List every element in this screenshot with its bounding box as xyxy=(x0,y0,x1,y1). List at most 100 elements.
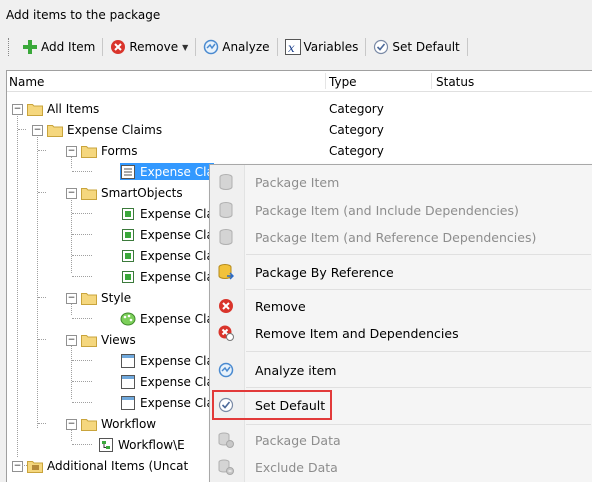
smartobject-icon xyxy=(120,249,136,263)
column-status[interactable]: Status xyxy=(436,75,474,89)
tree-label: Workflow\E xyxy=(118,437,185,452)
add-icon xyxy=(22,39,38,55)
tree-label: Expense Cla xyxy=(140,395,214,410)
menu-item-package-item[interactable]: Package Item xyxy=(210,169,592,195)
menu-item-package-data[interactable]: Package Data xyxy=(210,427,592,453)
analyze-button[interactable]: Analyze xyxy=(199,36,273,58)
set-default-highlight xyxy=(212,390,332,420)
database-icon xyxy=(218,174,234,190)
menu-separator xyxy=(246,351,591,352)
tree-line xyxy=(38,192,46,193)
menu-item-package-item-reference[interactable]: Package Item (and Reference Dependencies… xyxy=(210,224,592,250)
database-reference-icon xyxy=(218,264,234,280)
folder-icon xyxy=(81,333,97,347)
menu-item-analyze[interactable]: Analyze item xyxy=(210,357,592,383)
column-name[interactable]: Name xyxy=(9,75,44,89)
collapse-icon[interactable]: − xyxy=(66,293,77,304)
column-divider[interactable] xyxy=(325,73,326,89)
variables-label: Variables xyxy=(303,40,359,54)
toolbar-separator xyxy=(102,38,104,56)
tree-line xyxy=(72,276,92,277)
menu-item-package-item-include[interactable]: Package Item (and Include Dependencies) xyxy=(210,197,592,223)
tree-line xyxy=(38,150,46,151)
tree-line xyxy=(72,213,92,214)
folder-icon xyxy=(81,186,97,200)
folder-icon xyxy=(81,291,97,305)
tree-label: Expense Cla xyxy=(140,353,214,368)
toolbar-grip[interactable] xyxy=(8,38,12,56)
menu-separator xyxy=(246,289,591,290)
collapse-icon[interactable]: − xyxy=(66,419,77,430)
context-menu: Package Item Package Item (and Include D… xyxy=(209,164,592,482)
folder-icon xyxy=(81,417,97,431)
tree-line xyxy=(72,234,92,235)
menu-label: Package Item xyxy=(255,175,340,190)
chevron-down-icon[interactable]: ▼ xyxy=(182,43,188,52)
folder-icon xyxy=(81,144,97,158)
tree-line xyxy=(72,402,92,403)
toolbar-separator xyxy=(365,38,367,56)
checkmark-icon xyxy=(373,39,389,55)
column-divider[interactable] xyxy=(431,73,432,89)
database-icon xyxy=(218,229,234,245)
folder-icon xyxy=(27,102,43,116)
column-header: Name Type Status xyxy=(7,71,592,92)
tree-line xyxy=(72,318,92,319)
set-default-label: Set Default xyxy=(392,40,460,54)
menu-item-remove-with-dependencies[interactable]: Remove Item and Dependencies xyxy=(210,320,592,346)
remove-icon xyxy=(110,39,126,55)
tree-row-forms[interactable]: − Forms Category xyxy=(7,140,592,161)
menu-label: Package Data xyxy=(255,433,341,448)
tree-label: Expense Cla xyxy=(140,164,214,179)
menu-item-remove[interactable]: Remove xyxy=(210,293,592,319)
tree-label: Expense Cla xyxy=(140,248,214,263)
column-type[interactable]: Type xyxy=(329,75,357,89)
tree-label: Forms xyxy=(101,143,138,158)
view-icon xyxy=(120,353,136,368)
add-item-label: Add Item xyxy=(41,40,96,54)
collapse-icon[interactable]: − xyxy=(66,335,77,346)
menu-item-exclude-data[interactable]: Exclude Data xyxy=(210,454,592,480)
menu-label: Package Item (and Reference Dependencies… xyxy=(255,230,537,245)
menu-label: Package Item (and Include Dependencies) xyxy=(255,203,519,218)
menu-label: Remove Item and Dependencies xyxy=(255,326,459,341)
toolbar-separator xyxy=(466,38,468,56)
section-title: Add items to the package xyxy=(6,8,161,22)
tree-row-all-items[interactable]: − All Items Category xyxy=(7,98,592,119)
tree-line xyxy=(72,360,92,361)
collapse-icon[interactable]: − xyxy=(66,188,77,199)
type-cell: Category xyxy=(329,102,384,116)
tree-row-expense-claims[interactable]: − Expense Claims Category xyxy=(7,119,592,140)
menu-item-package-by-reference[interactable]: Package By Reference xyxy=(210,259,592,285)
tree-line xyxy=(38,339,46,340)
add-item-button[interactable]: Add Item xyxy=(18,36,99,58)
type-cell: Category xyxy=(329,123,384,137)
tree-label: Expense Cla xyxy=(140,311,214,326)
folder-icon xyxy=(47,123,63,137)
collapse-icon[interactable]: − xyxy=(12,104,23,115)
collapse-icon[interactable]: − xyxy=(66,146,77,157)
toolbar-separator xyxy=(276,38,278,56)
tree-line xyxy=(72,255,92,256)
menu-separator xyxy=(246,424,591,425)
remove-label: Remove xyxy=(129,40,179,54)
set-default-button[interactable]: Set Default xyxy=(369,36,463,58)
collapse-icon[interactable]: − xyxy=(12,461,23,472)
workflow-icon xyxy=(98,437,114,452)
tree-line xyxy=(72,381,92,382)
tree-label: Expense Claims xyxy=(67,122,163,137)
exclude-data-icon xyxy=(218,459,234,475)
tree-label: Expense Cla xyxy=(140,227,214,242)
remove-button[interactable]: Remove ▼ xyxy=(106,36,192,58)
tree-label: Views xyxy=(101,332,136,347)
analyze-icon xyxy=(203,39,219,55)
collapse-icon[interactable]: − xyxy=(32,125,43,136)
tree-line xyxy=(72,444,92,445)
smartobject-icon xyxy=(120,270,136,284)
tree-label: All Items xyxy=(47,101,100,116)
tree-line xyxy=(38,297,46,298)
type-cell: Category xyxy=(329,144,384,158)
palette-icon xyxy=(120,312,136,326)
variables-button[interactable]: x Variables xyxy=(281,36,363,58)
form-icon xyxy=(120,164,136,179)
